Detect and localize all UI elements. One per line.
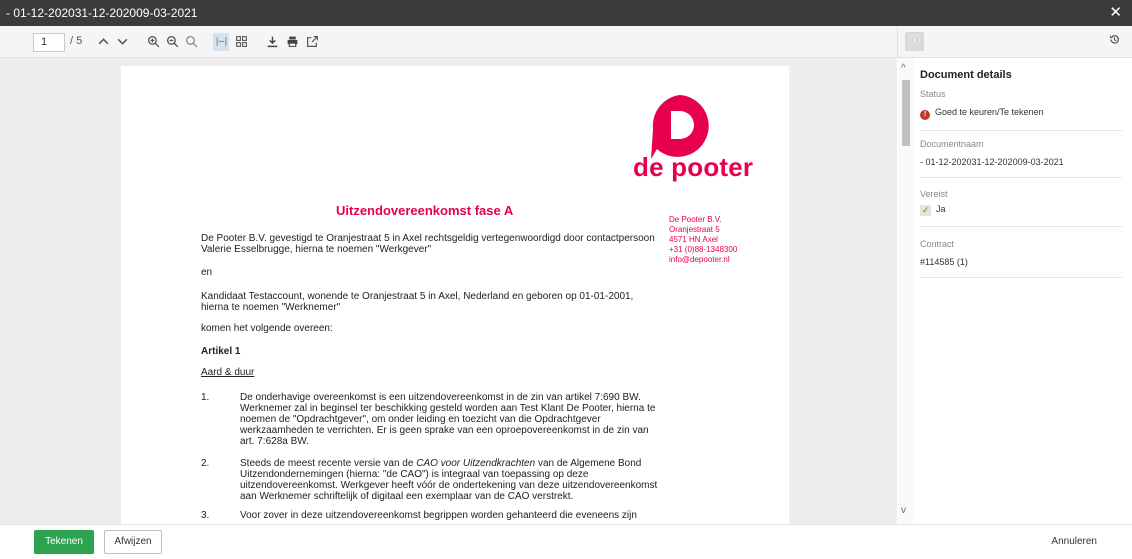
fit-width-icon[interactable] (213, 33, 229, 51)
contract-field: Contract #114585 (1) (920, 239, 1122, 278)
docname-value: - 01-12-202031-12-202009-03-2021 (920, 157, 1064, 167)
required-label: Vereist (920, 189, 948, 199)
chevron-down-icon[interactable] (114, 33, 130, 51)
article-heading: Artikel 1 (201, 346, 241, 357)
agree-text: komen het volgende overeen: (201, 323, 333, 334)
docname-field: Documentnaam - 01-12-202031-12-202009-03… (920, 139, 1122, 178)
checkmark-icon: ✓ (920, 205, 931, 216)
intro-paragraph: De Pooter B.V. gevestigd te Oranjestraat… (201, 233, 655, 255)
grid-view-icon[interactable] (233, 33, 249, 51)
zoom-in-icon[interactable] (145, 33, 161, 51)
window-titlebar: - 01-12-202031-12-202009-03-2021 ✕ (0, 0, 1132, 26)
download-icon[interactable] (264, 33, 280, 51)
scrollbar-thumb[interactable] (902, 80, 910, 146)
chevron-up-icon[interactable] (95, 33, 111, 51)
document-title: Uitzendovereenkomst fase A (336, 203, 514, 218)
document-viewer[interactable]: de pooter Uitzendovereenkomst fase A De … (0, 58, 897, 524)
open-external-icon[interactable] (304, 33, 320, 51)
history-icon[interactable] (1109, 34, 1120, 48)
window-title: - 01-12-202031-12-202009-03-2021 (6, 6, 198, 20)
item-text: De onderhavige overeenkomst is een uitze… (240, 392, 656, 447)
zoom-reset-icon[interactable] (183, 33, 199, 51)
required-value: Ja (936, 204, 946, 214)
viewer-scrollbar[interactable]: ^ v (898, 58, 914, 524)
section-heading: Aard & duur (201, 367, 255, 378)
details-heading: Document details (920, 69, 1012, 81)
scroll-up-icon[interactable]: ^ (901, 63, 906, 74)
print-icon[interactable] (284, 33, 300, 51)
viewer-toolbar: 1 / 5 (0, 26, 897, 58)
item-number: 2. (201, 458, 210, 469)
required-field: Vereist ✓ Ja (920, 189, 1122, 227)
info-icon[interactable]: ⓘ (905, 32, 924, 51)
item-text: Voor zover in deze uitzendovereenkomst b… (240, 510, 637, 521)
status-value: Goed te keuren/Te tekenen (935, 107, 1044, 117)
document-page: de pooter Uitzendovereenkomst fase A De … (121, 66, 789, 524)
reject-button[interactable]: Afwijzen (104, 530, 162, 554)
docname-label: Documentnaam (920, 139, 984, 149)
contract-label: Contract (920, 239, 955, 249)
page-number-input[interactable]: 1 (33, 33, 65, 52)
status-label: Status (920, 89, 946, 99)
depooter-logo-icon (651, 95, 709, 159)
details-panel: Document details Status ! Goed te keuren/… (914, 58, 1132, 524)
zoom-out-icon[interactable] (164, 33, 180, 51)
item-number: 1. (201, 392, 210, 403)
sign-button[interactable]: Tekenen (34, 530, 94, 554)
action-footer: Tekenen Afwijzen Annuleren (0, 524, 1132, 559)
status-field: Status ! Goed te keuren/Te tekenen (920, 89, 1122, 131)
contract-link[interactable]: #114585 (1) (920, 257, 1122, 267)
close-icon[interactable]: ✕ (1109, 0, 1122, 26)
alert-icon: ! (920, 110, 930, 120)
company-address: De Pooter B.V. Oranjestraat 5 4571 HN Ax… (669, 215, 738, 264)
cancel-button[interactable]: Annuleren (1051, 536, 1097, 547)
and-text: en (201, 267, 213, 278)
item-text: Steeds de meest recente versie van de CA… (240, 458, 658, 502)
logo-text: de pooter (633, 152, 754, 182)
page-total: / 5 (70, 35, 83, 47)
candidate-paragraph: Kandidaat Testaccount, wonende te Oranje… (201, 291, 634, 313)
details-header: ⓘ (897, 26, 1132, 58)
item-number: 3. (201, 510, 210, 521)
scroll-down-icon[interactable]: v (901, 505, 906, 516)
